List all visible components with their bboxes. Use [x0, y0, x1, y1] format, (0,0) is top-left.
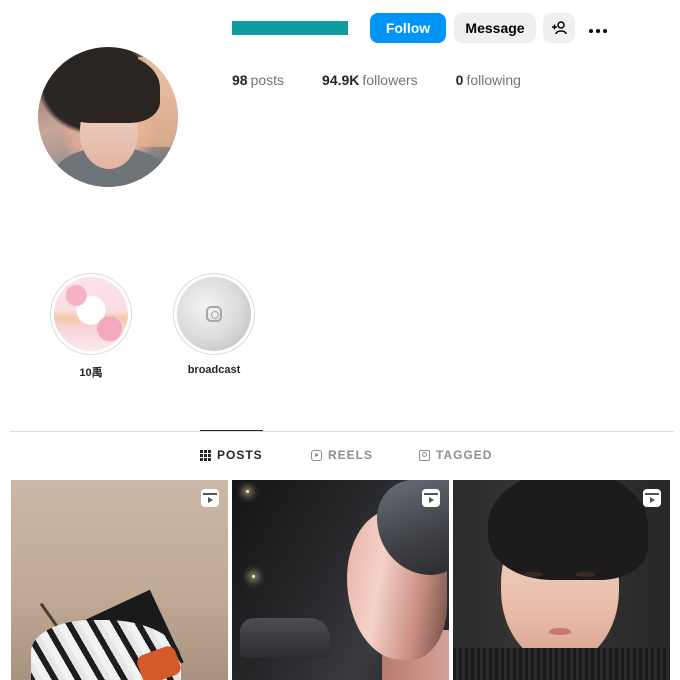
post-scene-detail — [240, 618, 330, 658]
post-scene-detail — [453, 648, 670, 680]
reel-icon — [201, 489, 219, 507]
more-options-button[interactable] — [583, 13, 613, 43]
reels-icon — [311, 449, 322, 461]
followers-stat[interactable]: 94.9K followers — [322, 72, 418, 88]
highlight-item[interactable]: 10禹 — [50, 273, 132, 380]
reel-icon — [422, 489, 440, 507]
post-scene-detail — [549, 628, 571, 635]
suggest-similar-button[interactable] — [543, 13, 575, 43]
post-scene-detail — [252, 575, 255, 578]
avatar-hair — [60, 53, 160, 123]
tab-tagged[interactable]: TAGGED — [419, 432, 492, 478]
more-options-icon — [588, 20, 609, 36]
post-thumbnail[interactable] — [453, 480, 670, 680]
reel-icon — [643, 489, 661, 507]
profile-avatar[interactable] — [38, 47, 178, 187]
posts-count: 98 — [232, 72, 248, 88]
tagged-icon — [419, 449, 430, 461]
following-label: following — [466, 72, 521, 88]
highlight-cover — [177, 277, 251, 351]
tab-reels[interactable]: REELS — [311, 432, 373, 478]
following-stat[interactable]: 0 following — [456, 72, 521, 88]
post-thumbnail[interactable] — [11, 480, 228, 680]
post-scene-detail — [488, 480, 648, 580]
tab-posts-label: POSTS — [217, 448, 263, 462]
post-scene-detail — [575, 572, 595, 577]
posts-label: posts — [250, 72, 285, 88]
followers-label: followers — [362, 72, 418, 88]
username-redaction-bar — [232, 21, 348, 35]
following-count: 0 — [455, 72, 464, 88]
follow-button[interactable]: Follow — [370, 13, 446, 43]
highlight-ring — [50, 273, 132, 355]
highlight-label: 10禹 — [79, 367, 103, 379]
highlight-cover — [54, 277, 128, 351]
posts-stat: 98 posts — [232, 72, 284, 88]
followers-count: 94.9K — [322, 72, 360, 88]
highlight-label: broadcast — [187, 364, 241, 376]
camera-icon — [206, 306, 222, 322]
message-button[interactable]: Message — [454, 13, 536, 43]
profile-stats: 98 posts 94.9K followers 0 following — [232, 72, 559, 88]
tab-tagged-label: TAGGED — [436, 448, 493, 462]
tab-reels-label: REELS — [328, 448, 374, 462]
post-scene-detail — [246, 490, 249, 493]
grid-icon — [200, 449, 211, 461]
post-scene-detail — [523, 572, 543, 577]
highlight-item[interactable]: broadcast — [173, 273, 255, 376]
tab-posts[interactable]: POSTS — [200, 430, 263, 478]
highlight-ring — [173, 273, 255, 355]
post-thumbnail[interactable] — [232, 480, 449, 680]
add-person-icon — [552, 21, 567, 35]
